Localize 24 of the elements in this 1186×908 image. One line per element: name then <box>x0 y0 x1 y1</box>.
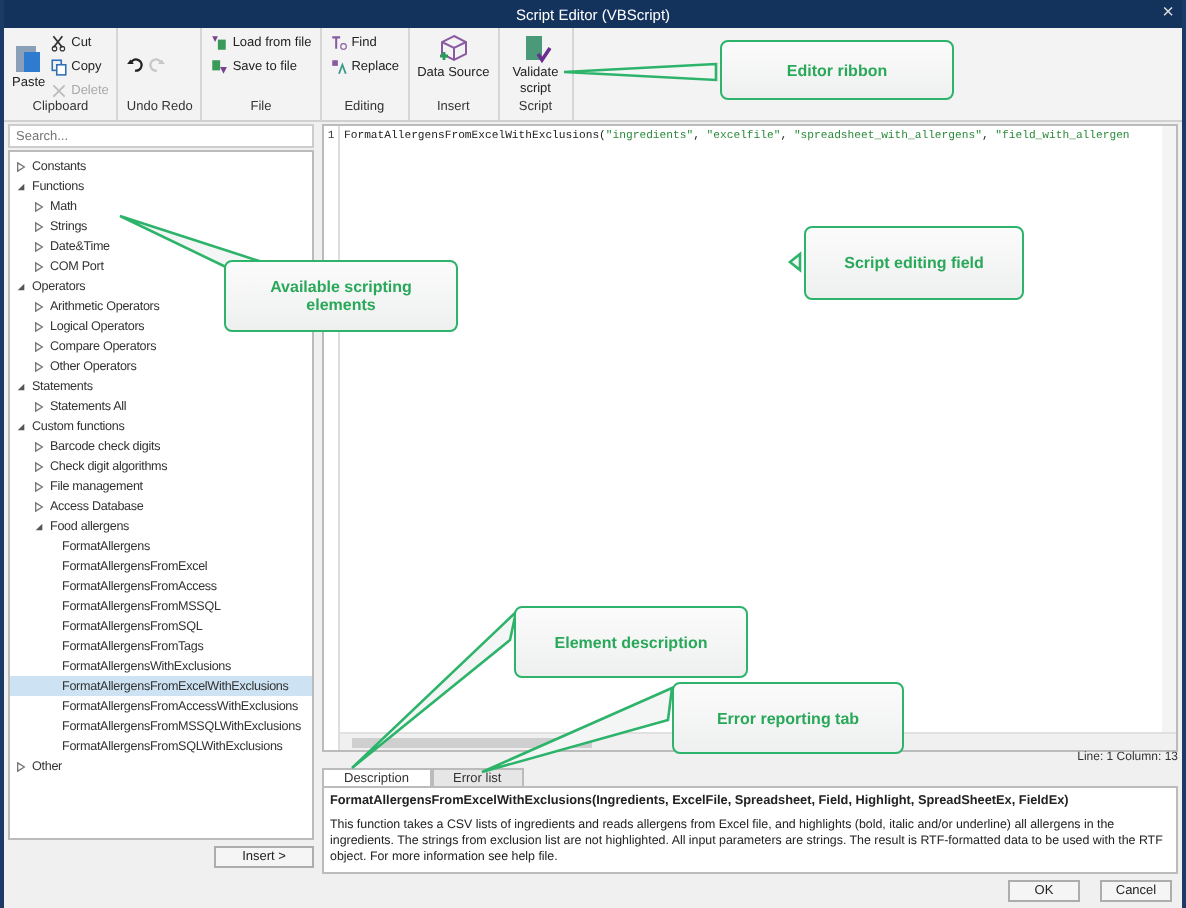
vertical-scrollbar[interactable] <box>1162 126 1176 732</box>
expanded-arrow-icon[interactable] <box>16 421 26 431</box>
callout-tooltip: Script editing field <box>804 226 1024 300</box>
undo-icon <box>126 56 145 74</box>
collapsed-arrow-icon[interactable] <box>34 401 44 411</box>
undo-button[interactable] <box>126 56 145 74</box>
callout-tooltip: Error reporting tab <box>672 682 904 754</box>
callout-tooltip: Element description <box>514 606 748 678</box>
find-icon <box>329 33 348 51</box>
callout-pointer <box>787 251 802 273</box>
expanded-arrow-icon[interactable] <box>16 181 26 191</box>
redo-icon <box>148 56 167 74</box>
callout-tooltip: Available scripting elements <box>224 260 458 332</box>
cross-icon <box>49 81 68 99</box>
cube-icon <box>437 32 470 64</box>
collapsed-arrow-icon[interactable] <box>16 161 26 171</box>
scissors-icon <box>49 33 68 51</box>
expanded-arrow-icon[interactable] <box>16 381 26 391</box>
copy-icon <box>49 57 68 75</box>
expanded-arrow-icon[interactable] <box>16 281 26 291</box>
collapsed-arrow-icon[interactable] <box>16 761 26 771</box>
expanded-arrow-icon[interactable] <box>34 521 44 531</box>
close-button[interactable]: × <box>1162 2 1174 26</box>
callout-tooltip: Editor ribbon <box>720 40 954 100</box>
